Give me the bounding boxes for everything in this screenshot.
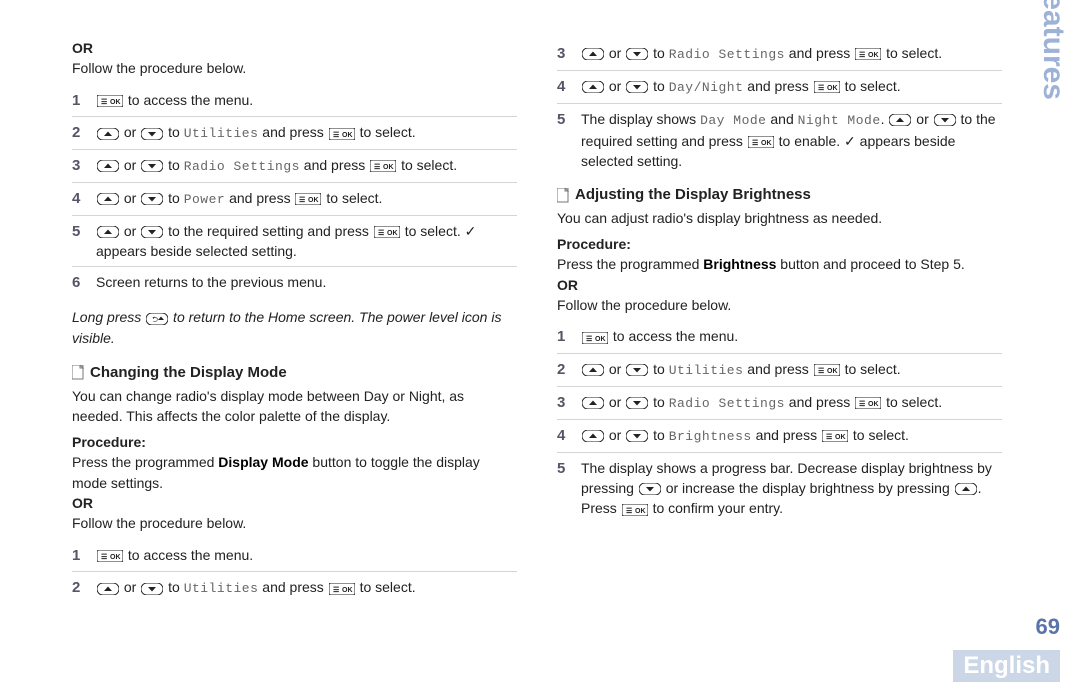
- ok-key-icon: [822, 430, 848, 442]
- down-key-icon: [141, 226, 163, 238]
- down-key-icon: [141, 583, 163, 595]
- down-key-icon: [639, 483, 661, 495]
- up-key-icon: [955, 483, 977, 495]
- down-key-icon: [626, 364, 648, 376]
- language-badge: English: [953, 650, 1060, 682]
- display-mode-intro: You can change radio's display mode betw…: [72, 386, 517, 427]
- up-key-icon: [582, 48, 604, 60]
- down-key-icon: [626, 430, 648, 442]
- up-key-icon: [97, 193, 119, 205]
- up-key-icon: [889, 114, 911, 126]
- procedure-steps-b: 1 to access the menu. 2 or to Utilities …: [72, 540, 517, 605]
- right-column: 3 or to Radio Settings and press to sele…: [557, 38, 1002, 668]
- down-key-icon: [626, 397, 648, 409]
- ok-key-icon: [582, 332, 608, 344]
- down-key-icon: [141, 160, 163, 172]
- down-key-icon: [141, 193, 163, 205]
- down-key-icon: [934, 114, 956, 126]
- up-key-icon: [97, 226, 119, 238]
- ok-key-icon: [855, 397, 881, 409]
- up-key-icon: [582, 364, 604, 376]
- up-key-icon: [582, 430, 604, 442]
- ok-key-icon: [329, 583, 355, 595]
- up-key-icon: [97, 583, 119, 595]
- brightness-intro: You can adjust radio's display brightnes…: [557, 208, 1002, 228]
- doc-icon: [557, 188, 569, 203]
- up-key-icon: [582, 81, 604, 93]
- ok-key-icon: [295, 193, 321, 205]
- ok-key-icon: [855, 48, 881, 60]
- ok-key-icon: [814, 364, 840, 376]
- back-key-icon: [146, 313, 168, 325]
- long-press-note: Long press to return to the Home screen.…: [72, 307, 517, 348]
- ok-key-icon: [329, 128, 355, 140]
- follow-text: Follow the procedure below.: [72, 58, 517, 78]
- ok-key-icon: [374, 226, 400, 238]
- page-number: 69: [1036, 614, 1060, 640]
- ok-key-icon: [97, 550, 123, 562]
- down-key-icon: [141, 128, 163, 140]
- ok-key-icon: [370, 160, 396, 172]
- procedure-steps-top: 3 or to Radio Settings and press to sele…: [557, 38, 1002, 176]
- left-column: OR Follow the procedure below. 1 to acce…: [72, 38, 517, 668]
- up-key-icon: [582, 397, 604, 409]
- follow-text: Follow the procedure below.: [72, 513, 517, 533]
- or-label: OR: [72, 495, 93, 511]
- up-key-icon: [97, 128, 119, 140]
- display-mode-press: Press the programmed Display Mode button…: [72, 452, 517, 493]
- up-key-icon: [97, 160, 119, 172]
- procedure-label: Procedure:: [557, 234, 1002, 254]
- or-label: OR: [557, 277, 578, 293]
- procedure-steps-brightness: 1 to access the menu. 2 or to Utilities …: [557, 321, 1002, 523]
- follow-text: Follow the procedure below.: [557, 295, 1002, 315]
- down-key-icon: [626, 48, 648, 60]
- ok-key-icon: [748, 136, 774, 148]
- procedure-label: Procedure:: [72, 432, 517, 452]
- or-label: OR: [72, 40, 93, 56]
- doc-icon: [72, 365, 84, 380]
- brightness-press: Press the programmed Brightness button a…: [557, 254, 1002, 274]
- subhead-brightness: Adjusting the Display Brightness: [557, 184, 1002, 206]
- ok-key-icon: [622, 504, 648, 516]
- subhead-display-mode: Changing the Display Mode: [72, 362, 517, 384]
- procedure-steps-a: 1 to access the menu. 2 or to Utilities …: [72, 85, 517, 300]
- ok-key-icon: [814, 81, 840, 93]
- ok-key-icon: [97, 95, 123, 107]
- section-title-sidebar: Advanced Features: [1036, 0, 1070, 100]
- down-key-icon: [626, 81, 648, 93]
